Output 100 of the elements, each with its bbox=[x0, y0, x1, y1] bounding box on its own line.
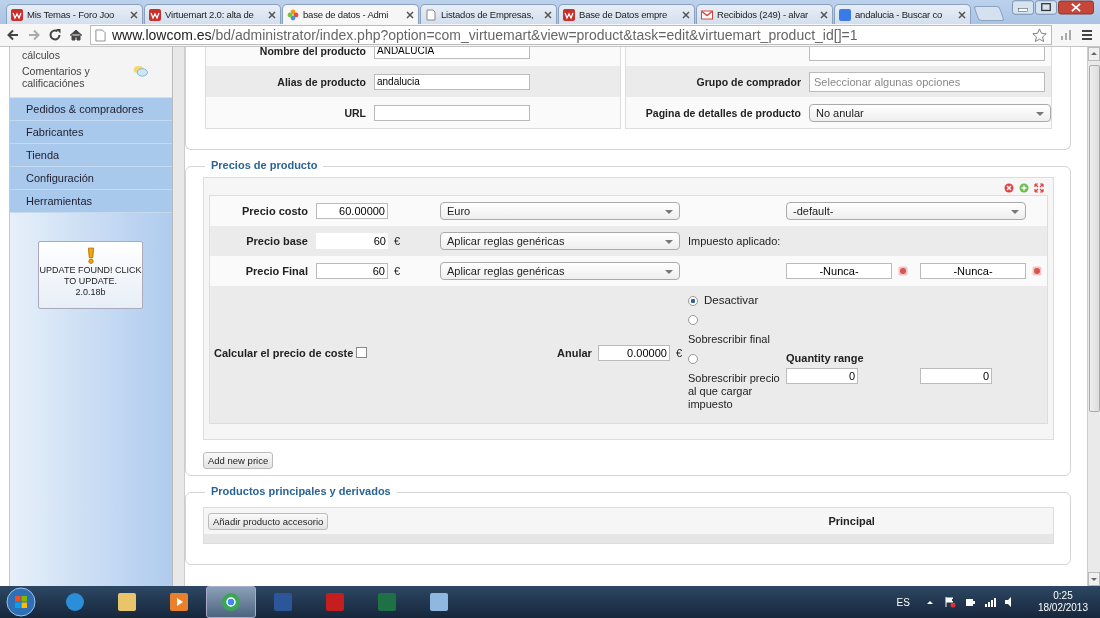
app-icon bbox=[427, 590, 451, 614]
close-tab-icon[interactable] bbox=[268, 10, 276, 19]
sidebar-menu-item[interactable]: Herramientas bbox=[10, 190, 172, 213]
price-input[interactable]: 60.00000 bbox=[316, 203, 388, 219]
currency-symbol: € bbox=[675, 346, 682, 359]
sidebar-menu-item[interactable]: Tienda bbox=[10, 144, 172, 167]
currency-symbol: € bbox=[394, 265, 401, 277]
sidebar-menu-item[interactable]: Pedidos & compradores bbox=[10, 98, 172, 121]
section-title: Precios de producto bbox=[205, 159, 324, 171]
price-input[interactable]: 60 bbox=[316, 263, 388, 279]
browser-tab[interactable]: Virtuemart 2.0: alta de bbox=[144, 4, 281, 24]
scroll-down-icon[interactable] bbox=[1088, 572, 1100, 586]
text-input[interactable]: andalucia bbox=[374, 73, 530, 90]
section-title: Productos principales y derivados bbox=[205, 485, 397, 497]
browser-tab[interactable]: Recibidos (249) - alvar bbox=[696, 4, 833, 24]
rule-dropdown[interactable]: Aplicar reglas genéricas bbox=[440, 262, 680, 280]
sidebar-menu-item[interactable]: Fabricantes bbox=[10, 121, 172, 144]
browser-tab[interactable]: andalucia - Buscar co bbox=[834, 4, 971, 24]
radio-label: Sobrescribir precio al que cargar impuesto bbox=[688, 372, 780, 411]
app-icon bbox=[63, 590, 87, 614]
field-label: Pagina de detalles de producto bbox=[644, 106, 801, 119]
menu-icon[interactable] bbox=[1080, 28, 1094, 42]
close-tab-icon[interactable] bbox=[130, 10, 138, 19]
radio-button[interactable] bbox=[688, 295, 698, 306]
browser-tab[interactable]: Mis Temas - Foro Joo bbox=[6, 4, 143, 24]
radio-button[interactable] bbox=[688, 315, 698, 325]
scroll-up-icon[interactable] bbox=[1088, 47, 1100, 61]
close-tab-icon[interactable] bbox=[544, 10, 552, 19]
tax-label: Impuesto aplicado: bbox=[688, 235, 781, 247]
clear-icon[interactable] bbox=[898, 266, 908, 276]
reload-icon[interactable] bbox=[48, 28, 62, 42]
expand-icon[interactable] bbox=[1034, 183, 1044, 193]
sidebar-link[interactable]: cálculos bbox=[22, 49, 112, 61]
scroll-thumb[interactable] bbox=[1088, 65, 1100, 412]
app-icon bbox=[323, 590, 347, 614]
text-input[interactable] bbox=[374, 104, 530, 121]
sidebar-link[interactable]: Comentarios y calificaciónes bbox=[22, 65, 112, 89]
close-tab-icon[interactable] bbox=[958, 10, 966, 19]
radio-button[interactable] bbox=[688, 354, 698, 364]
page-icon bbox=[95, 28, 106, 42]
text-input[interactable]: ANDALUCIA bbox=[374, 47, 530, 59]
site-icon bbox=[563, 8, 575, 21]
field-label: URL bbox=[343, 106, 366, 119]
browser-tab[interactable]: base de datos - Admi bbox=[282, 4, 419, 24]
signal-icon[interactable] bbox=[983, 596, 996, 608]
radio-label: Sobrescribir final bbox=[688, 333, 771, 346]
update-notice[interactable]: UPDATE FOUND! CLICK TO UPDATE. 2.0.18b bbox=[38, 241, 143, 309]
site-icon bbox=[11, 8, 23, 21]
rule-dropdown[interactable]: Aplicar reglas genéricas bbox=[440, 232, 680, 250]
close-icon[interactable] bbox=[1058, 0, 1094, 15]
app-icon bbox=[115, 590, 139, 614]
close-tab-icon[interactable] bbox=[682, 10, 690, 19]
back-icon[interactable] bbox=[6, 28, 20, 42]
shopper-group-dropdown[interactable]: -default- bbox=[786, 202, 1026, 220]
app-icon bbox=[271, 590, 295, 614]
flower-icon bbox=[287, 8, 299, 21]
start-button[interactable] bbox=[6, 587, 36, 617]
maximize-icon[interactable] bbox=[1035, 0, 1057, 15]
remove-icon[interactable] bbox=[1004, 183, 1014, 193]
flag-icon[interactable] bbox=[943, 596, 956, 608]
square-icon bbox=[839, 8, 851, 21]
home-icon[interactable] bbox=[69, 28, 83, 42]
update-text: UPDATE FOUND! CLICK TO UPDATE. bbox=[39, 265, 142, 287]
checkbox[interactable] bbox=[356, 347, 368, 358]
quantity-input[interactable]: 0 bbox=[920, 368, 992, 384]
star-icon[interactable] bbox=[1032, 27, 1047, 43]
text-input[interactable] bbox=[809, 47, 1045, 61]
envelope-icon bbox=[701, 8, 713, 21]
date-input[interactable]: -Nunca- bbox=[786, 263, 892, 279]
add-accessory-button[interactable]: Añadir producto accesorio bbox=[208, 512, 329, 530]
address-field[interactable]: www.lowcom.es/bd/administrator/index.php?option=com_virtuemart&view=product&task=edit&virtuemart_product_id[]=1 bbox=[90, 25, 1052, 45]
field-label: Anular bbox=[557, 346, 592, 359]
version-text: 2.0.18b bbox=[75, 287, 106, 298]
page-icon bbox=[425, 8, 437, 21]
close-tab-icon[interactable] bbox=[406, 10, 414, 19]
dropdown[interactable]: No anular bbox=[809, 103, 1051, 122]
quantity-input[interactable]: 0 bbox=[786, 367, 858, 384]
browser-tab[interactable]: Base de Datos empre bbox=[558, 4, 695, 24]
clock[interactable]: 0:25 18/02/2013 bbox=[1037, 590, 1088, 614]
taskbar-app-button[interactable] bbox=[206, 586, 256, 618]
clear-icon[interactable] bbox=[1032, 266, 1042, 276]
currency-dropdown[interactable]: Euro bbox=[440, 202, 680, 220]
field-label: Precio costo bbox=[240, 205, 309, 217]
app-icon bbox=[219, 590, 243, 614]
close-tab-icon[interactable] bbox=[820, 10, 828, 19]
app-icon bbox=[375, 590, 399, 614]
price-input[interactable]: 60 bbox=[316, 233, 388, 249]
override-input[interactable]: 0.00000 bbox=[597, 344, 670, 361]
browser-tab[interactable]: Listados de Empresas, bbox=[420, 4, 557, 24]
sidebar-menu-item[interactable]: Configuración bbox=[10, 167, 172, 190]
date-input[interactable]: -Nunca- bbox=[920, 263, 1026, 279]
field-label: Precio Final bbox=[244, 265, 309, 277]
currency-symbol: € bbox=[394, 235, 401, 247]
quantity-label: Quantity range bbox=[786, 351, 865, 364]
multi-select-field[interactable]: Seleccionar algunas opciones bbox=[809, 71, 1045, 92]
add-price-button[interactable]: Add new price bbox=[203, 452, 274, 469]
language-indicator[interactable]: ES bbox=[896, 596, 910, 608]
radio-label: Desactivar bbox=[704, 294, 760, 307]
field-label: Calcular el precio de coste bbox=[214, 346, 354, 359]
column-header: Principal bbox=[828, 515, 875, 527]
